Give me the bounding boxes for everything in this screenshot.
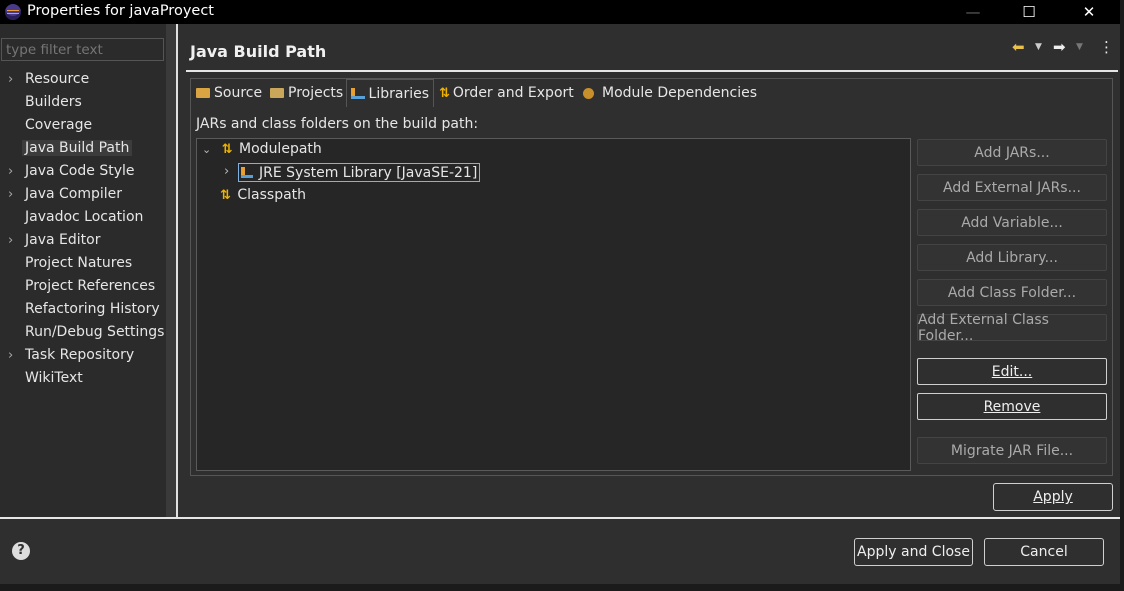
sidebar-item-builders[interactable]: Builders bbox=[0, 92, 166, 114]
forward-dropdown-icon[interactable]: ▼ bbox=[1076, 42, 1083, 52]
add-class-folder-button[interactable]: Add Class Folder... bbox=[917, 279, 1107, 306]
page-title: Java Build Path bbox=[190, 42, 327, 61]
add-external-jars-button[interactable]: Add External JARs... bbox=[917, 174, 1107, 201]
library-icon bbox=[351, 88, 365, 99]
filter-input[interactable] bbox=[1, 38, 164, 61]
minimize-button[interactable]: — bbox=[950, 0, 996, 24]
build-path-label: JARs and class folders on the build path… bbox=[196, 116, 479, 132]
modulepath-icon: ⇅ bbox=[221, 142, 233, 157]
apply-and-close-button[interactable]: Apply and Close bbox=[854, 538, 973, 566]
chevron-right-icon[interactable]: › bbox=[8, 164, 13, 179]
order-arrows-icon: ⇅ bbox=[439, 85, 450, 101]
back-arrow-icon[interactable]: ⬅ bbox=[1012, 38, 1025, 58]
apply-button[interactable]: Apply bbox=[993, 483, 1113, 511]
maximize-button[interactable]: ☐ bbox=[1006, 0, 1052, 24]
tab-projects[interactable]: Projects bbox=[268, 79, 345, 107]
sidebar-item-task-repository[interactable]: › Task Repository bbox=[0, 345, 166, 367]
sidebar-item-java-build-path[interactable]: Java Build Path bbox=[0, 138, 166, 160]
library-icon bbox=[241, 167, 253, 178]
module-icon bbox=[583, 87, 594, 99]
header-separator bbox=[186, 70, 1118, 72]
sidebar-item-run-debug-settings[interactable]: Run/Debug Settings bbox=[0, 322, 166, 344]
chevron-right-icon[interactable]: › bbox=[8, 72, 13, 87]
sidebar-item-project-references[interactable]: Project References bbox=[0, 276, 166, 298]
sidebar-item-resource[interactable]: › Resource bbox=[0, 69, 166, 91]
window-edge-bottom bbox=[0, 584, 1124, 591]
sidebar-scrollbar[interactable] bbox=[166, 24, 176, 517]
sidebar-item-java-editor[interactable]: › Java Editor bbox=[0, 230, 166, 252]
window-title: Properties for javaProyect bbox=[27, 3, 214, 19]
tab-libraries[interactable]: Libraries bbox=[346, 79, 434, 107]
sidebar-item-project-natures[interactable]: Project Natures bbox=[0, 253, 166, 275]
remove-button[interactable]: Remove bbox=[917, 393, 1107, 420]
edit-button[interactable]: Edit... bbox=[917, 358, 1107, 385]
sidebar-item-coverage[interactable]: Coverage bbox=[0, 115, 166, 137]
folder-icon bbox=[196, 88, 210, 98]
sidebar-item-java-code-style[interactable]: › Java Code Style bbox=[0, 161, 166, 183]
forward-arrow-icon[interactable]: ➡ bbox=[1053, 38, 1066, 58]
add-variable-button[interactable]: Add Variable... bbox=[917, 209, 1107, 236]
sidebar-item-refactoring-history[interactable]: Refactoring History bbox=[0, 299, 166, 321]
sidebar-item-java-compiler[interactable]: › Java Compiler bbox=[0, 184, 166, 206]
jre-selection: JRE System Library [JavaSE-21] bbox=[238, 163, 481, 182]
help-icon[interactable]: ? bbox=[12, 542, 30, 560]
sidebar-item-javadoc-location[interactable]: Javadoc Location bbox=[0, 207, 166, 229]
add-library-button[interactable]: Add Library... bbox=[917, 244, 1107, 271]
chevron-right-icon[interactable]: › bbox=[224, 164, 229, 179]
cancel-button[interactable]: Cancel bbox=[984, 538, 1104, 566]
view-menu-icon[interactable]: ⋮ bbox=[1099, 38, 1114, 56]
window-edge bbox=[1120, 0, 1124, 591]
add-jars-button[interactable]: Add JARs... bbox=[917, 139, 1107, 166]
tab-order-and-export[interactable]: ⇅ Order and Export bbox=[437, 79, 576, 107]
migrate-jar-button[interactable]: Migrate JAR File... bbox=[917, 437, 1107, 464]
tab-module-dependencies[interactable]: Module Dependencies bbox=[581, 79, 759, 107]
eclipse-app-icon bbox=[5, 4, 21, 20]
chevron-right-icon[interactable]: › bbox=[8, 233, 13, 248]
chevron-right-icon[interactable]: › bbox=[8, 348, 13, 363]
sidebar-item-wikitext[interactable]: WikiText bbox=[0, 368, 166, 390]
tree-row-modulepath[interactable]: ⌄ ⇅ Modulepath bbox=[202, 141, 322, 161]
close-window-button[interactable]: ✕ bbox=[1066, 0, 1112, 24]
back-dropdown-icon[interactable]: ▼ bbox=[1035, 42, 1042, 52]
chevron-down-icon[interactable]: ⌄ bbox=[202, 143, 211, 156]
tab-source[interactable]: Source bbox=[194, 79, 264, 107]
title-bar: Properties for javaProyect — ☐ ✕ bbox=[0, 0, 1120, 24]
tree-row-jre-library[interactable]: › JRE System Library [JavaSE-21] bbox=[224, 163, 481, 183]
tree-row-classpath[interactable]: ⇅ Classpath bbox=[220, 187, 306, 207]
classpath-icon: ⇅ bbox=[220, 188, 231, 203]
add-external-class-folder-button[interactable]: Add External Class Folder... bbox=[917, 312, 1107, 344]
chevron-right-icon[interactable]: › bbox=[8, 187, 13, 202]
project-icon bbox=[270, 88, 284, 98]
